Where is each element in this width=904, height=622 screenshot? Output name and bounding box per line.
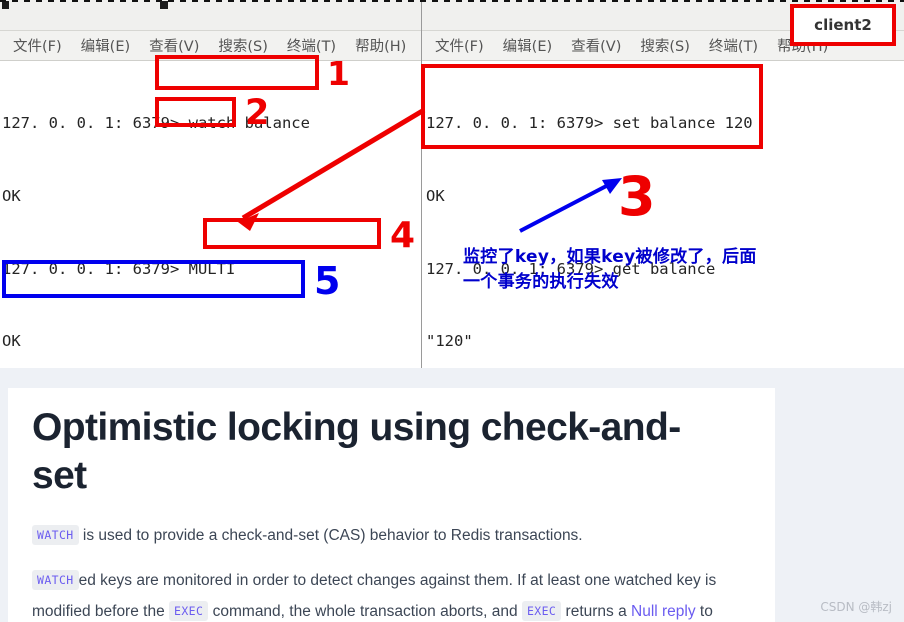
doc-paragraph-2: WATCH ed keys are monitored in order to d… [32, 565, 751, 622]
label-client2: client2 [790, 4, 896, 46]
console-line: OK [2, 332, 21, 351]
code-chip-exec: EXEC [169, 601, 209, 621]
console-line: OK [426, 187, 445, 206]
doc-p2-t2: command, the whole transaction aborts, a… [208, 603, 522, 620]
annotation-box-client2-commands [421, 64, 763, 149]
titlebar-left[interactable] [0, 0, 421, 31]
console-line: "120" [426, 332, 473, 351]
annotation-marker-1: 1 [327, 54, 350, 93]
console-line: OK [2, 187, 21, 206]
menu-edit[interactable]: 编辑(E) [498, 33, 557, 58]
code-chip-watch: WATCH [32, 525, 79, 545]
menu-view[interactable]: 查看(V) [566, 33, 626, 58]
annotation-marker-2: 2 [245, 93, 270, 133]
menu-help[interactable]: 帮助(H) [350, 33, 411, 58]
redis-doc-card: Optimistic locking using check-and-set W… [8, 388, 775, 622]
annotation-note-chinese: 监控了key，如果key被修改了，后面 一个事务的执行失效 [463, 247, 757, 292]
link-null-reply[interactable]: Null reply [631, 603, 696, 620]
menu-file[interactable]: 文件(F) [8, 33, 67, 58]
label-client2-text: client2 [814, 16, 872, 34]
annotation-box-multi [155, 97, 236, 127]
menu-terminal[interactable]: 终端(T) [704, 33, 763, 58]
menu-file[interactable]: 文件(F) [430, 33, 489, 58]
code-chip-exec: EXEC [521, 601, 562, 621]
annotation-box-exec-nil [2, 260, 305, 298]
annotation-marker-3: 3 [618, 165, 656, 228]
doc-paragraph-1-text: is used to provide a check-and-set (CAS)… [78, 527, 583, 544]
selection-handle-icon [160, 1, 168, 9]
menu-edit[interactable]: 编辑(E) [76, 33, 135, 58]
doc-paragraph-1: WATCH is used to provide a check-and-set… [32, 520, 751, 551]
selection-marquee [0, 0, 904, 2]
selection-handle-icon [2, 1, 9, 9]
annotation-marker-5: 5 [314, 259, 341, 303]
annotation-box-watch-balance [155, 55, 319, 90]
annotation-box-set-balance-150 [203, 218, 381, 249]
screenshot-root: 文件(F) 编辑(E) 查看(V) 搜索(S) 终端(T) 帮助(H) 127.… [0, 0, 904, 622]
code-chip-watch: WATCH [32, 570, 79, 590]
watermark: CSDN @韩zj [820, 600, 892, 614]
terminal-area: 文件(F) 编辑(E) 查看(V) 搜索(S) 终端(T) 帮助(H) 127.… [0, 0, 904, 368]
terminal-window-right[interactable]: 文件(F) 编辑(E) 查看(V) 搜索(S) 终端(T) 帮助(H) 127.… [422, 0, 904, 368]
doc-p2-t3: returns a [561, 603, 632, 620]
annotation-marker-4: 4 [390, 215, 416, 256]
menu-search[interactable]: 搜索(S) [635, 33, 695, 58]
doc-title: Optimistic locking using check-and-set [32, 406, 681, 497]
